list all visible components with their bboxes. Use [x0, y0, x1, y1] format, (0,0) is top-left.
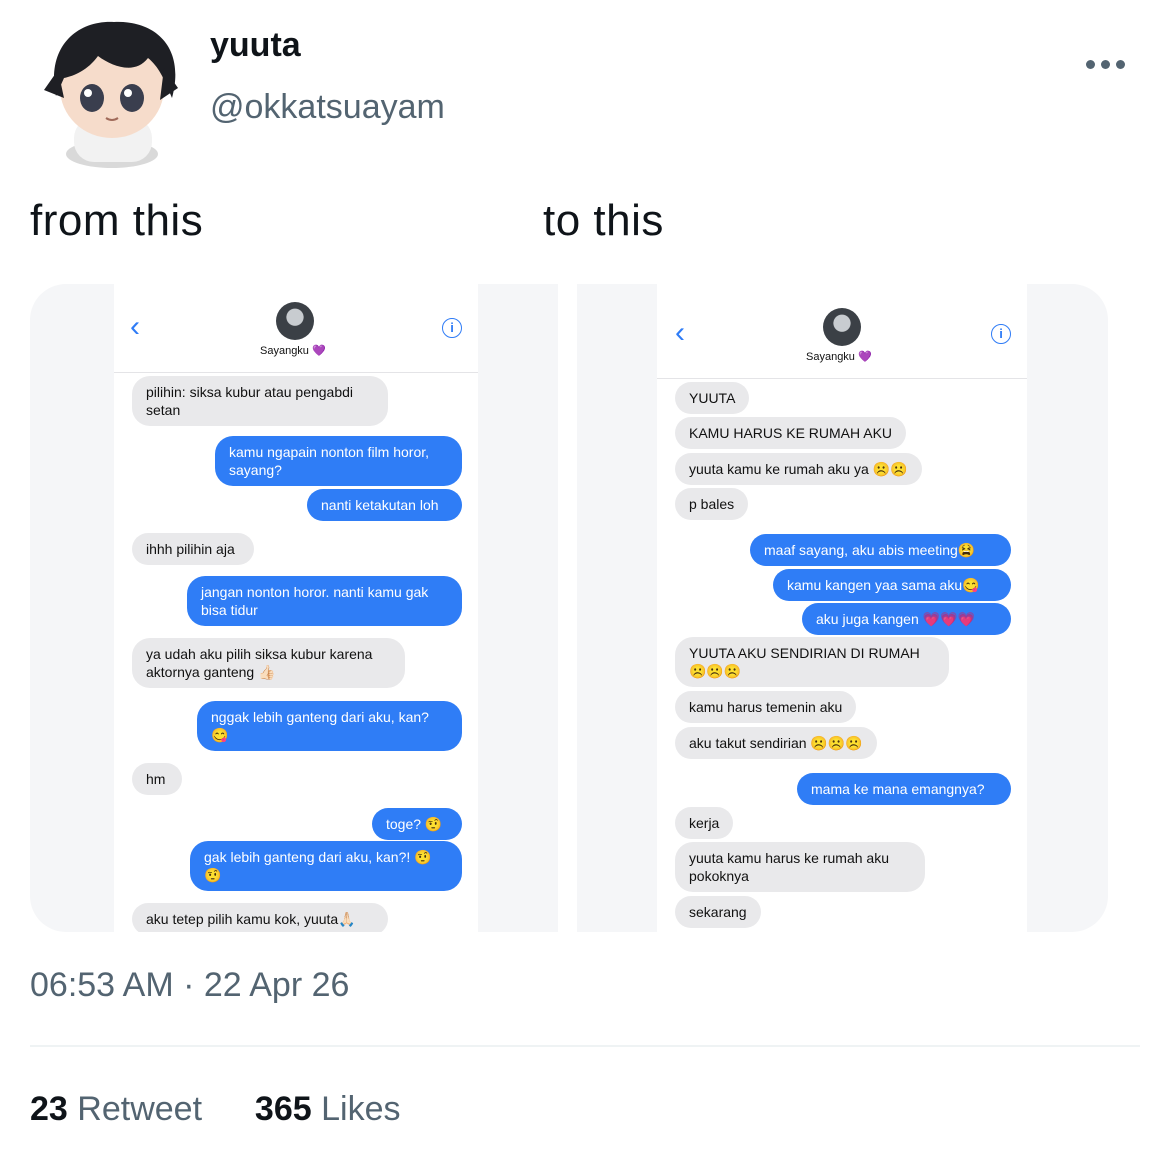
user-handle[interactable]: @okkatsuayam: [210, 88, 445, 127]
avatar[interactable]: [36, 18, 186, 170]
message-bubble[interactable]: kamu harus temenin aku: [675, 691, 857, 723]
caption-right: to this: [543, 196, 664, 245]
back-chevron-icon[interactable]: ‹: [130, 310, 140, 344]
tweet-timestamp[interactable]: 06:53 AM · 22 Apr 26: [30, 966, 349, 1005]
likes-label[interactable]: Likes: [321, 1090, 400, 1128]
retweet-label[interactable]: Retweet: [77, 1090, 202, 1128]
message-bubble[interactable]: yuuta kamu ke rumah aku ya ☹️☹️: [675, 453, 922, 485]
contact-avatar[interactable]: [823, 308, 861, 346]
message-bubble[interactable]: nggak lebih ganteng dari aku, kan? 😋: [197, 701, 462, 751]
message-bubble[interactable]: yuuta kamu harus ke rumah aku pokoknya: [675, 842, 925, 892]
message-bubble[interactable]: aku tetep pilih kamu kok, yuuta🙏🏻: [132, 903, 388, 932]
contact-name-text: Sayangku: [806, 351, 855, 363]
message-bubble[interactable]: jangan nonton horor. nanti kamu gak bisa…: [187, 576, 462, 626]
message-bubble[interactable]: KAMU HARUS KE RUMAH AKU: [675, 417, 907, 449]
message-bubble[interactable]: aku takut sendirian ☹️☹️☹️: [675, 727, 877, 759]
heart-icon: 💜: [312, 345, 326, 357]
message-bubble[interactable]: aku juga kangen 💗💗💗: [802, 603, 1011, 635]
message-bubble[interactable]: gak lebih ganteng dari aku, kan?! 🤨 🤨: [190, 841, 462, 891]
caption-left: from this: [30, 196, 204, 245]
display-name[interactable]: yuuta: [210, 26, 301, 65]
screenshot-left[interactable]: ‹ Sayangku 💜 i pilihin: siksa kubur atau…: [30, 284, 558, 932]
message-bubble[interactable]: hm: [132, 763, 182, 795]
message-bubble[interactable]: mama ke mana emangnya?: [797, 773, 1011, 805]
chat-header: ‹ Sayangku 💜 i: [657, 284, 1027, 379]
message-bubble[interactable]: kerja: [675, 807, 734, 839]
engagement-stats: 23 Retweet 365 Likes: [30, 1090, 400, 1129]
screenshot-right[interactable]: ‹ Sayangku 💜 i YUUTA KAMU HARUS KE RUMAH…: [577, 284, 1108, 932]
heart-icon: 💜: [858, 351, 872, 363]
divider: [30, 1045, 1140, 1047]
more-options-icon[interactable]: [1086, 50, 1130, 78]
message-bubble[interactable]: ihhh pilihin aja: [132, 533, 254, 565]
tweet-media[interactable]: ‹ Sayangku 💜 i pilihin: siksa kubur atau…: [30, 284, 1108, 932]
back-chevron-icon[interactable]: ‹: [675, 316, 685, 350]
retweet-count[interactable]: 23: [30, 1090, 68, 1128]
contact-name: Sayangku 💜: [260, 344, 326, 357]
message-bubble[interactable]: ya udah aku pilih siksa kubur karena akt…: [132, 638, 405, 688]
message-bubble[interactable]: sekarang: [675, 896, 761, 928]
info-icon[interactable]: i: [442, 318, 462, 338]
contact-name: Sayangku 💜: [806, 350, 872, 363]
message-bubble[interactable]: YUUTA AKU SENDIRIAN DI RUMAH ☹️☹️☹️: [675, 637, 949, 687]
message-bubble[interactable]: kamu ngapain nonton film horor, sayang?: [215, 436, 462, 486]
likes-count[interactable]: 365: [255, 1090, 312, 1128]
message-bubble[interactable]: kamu kangen yaa sama aku😋: [773, 569, 1011, 601]
message-bubble[interactable]: pilihin: siksa kubur atau pengabdi setan: [132, 376, 388, 426]
contact-avatar[interactable]: [276, 302, 314, 340]
message-bubble[interactable]: toge? 🤨: [372, 808, 462, 840]
message-bubble[interactable]: maaf sayang, aku abis meeting😫: [750, 534, 1011, 566]
message-bubble[interactable]: nanti ketakutan loh: [307, 489, 462, 521]
chat-header: ‹ Sayangku 💜 i: [114, 284, 478, 373]
message-bubble[interactable]: YUUTA: [675, 382, 750, 414]
message-bubble[interactable]: p bales: [675, 488, 749, 520]
info-icon[interactable]: i: [991, 324, 1011, 344]
contact-name-text: Sayangku: [260, 345, 309, 357]
